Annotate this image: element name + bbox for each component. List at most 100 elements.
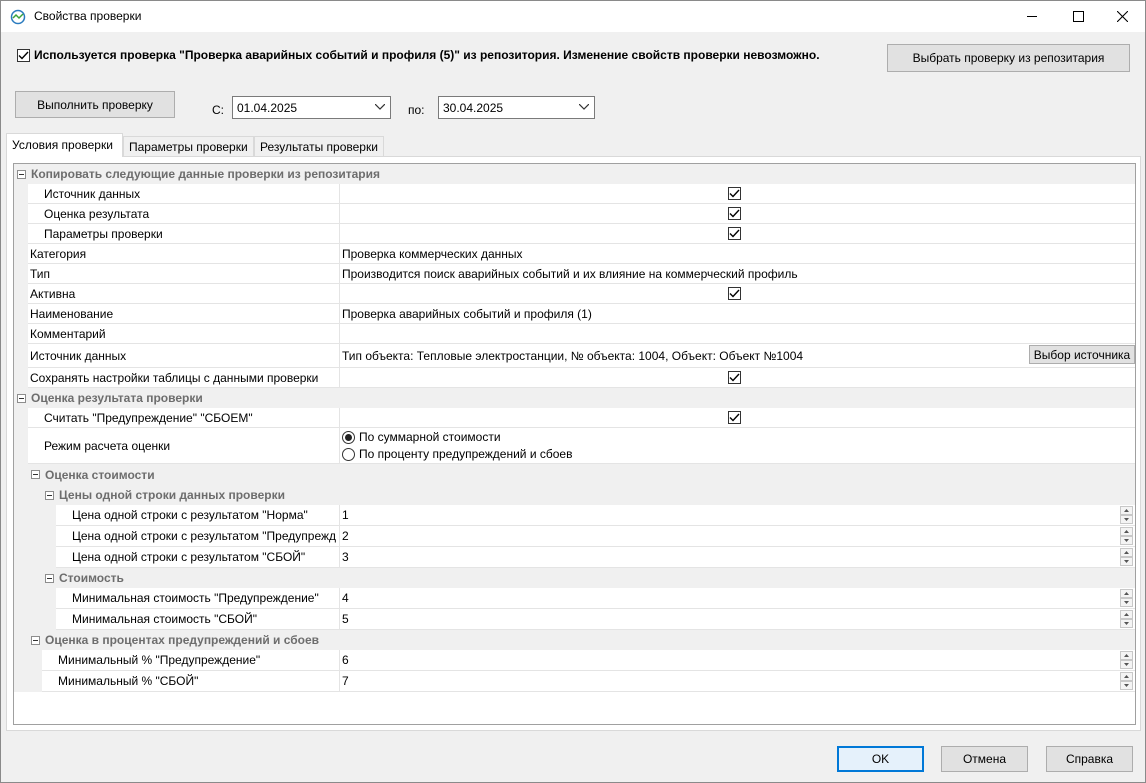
- repo-checkbox[interactable]: [17, 48, 30, 62]
- mode-option-sum[interactable]: По суммарной стоимости: [342, 429, 501, 446]
- group-label: Стоимость: [59, 571, 124, 585]
- comment-value[interactable]: [340, 324, 1135, 344]
- property-row: Тип Производится поиск аварийных событий…: [14, 264, 1135, 284]
- help-button[interactable]: Справка: [1046, 746, 1133, 772]
- property-row: Источник данных: [14, 184, 1135, 204]
- spin-up-icon[interactable]: [1120, 651, 1133, 660]
- spin-down-icon[interactable]: [1120, 660, 1133, 669]
- repo-notice: Используется проверка "Проверка аварийны…: [34, 48, 820, 62]
- source-label: Источник данных: [28, 344, 340, 368]
- save-settings-checkbox[interactable]: [728, 370, 741, 384]
- group-label: Копировать следующие данные проверки из …: [31, 167, 381, 181]
- property-row: Минимальный % "Предупреждение" 6: [14, 650, 1135, 671]
- spinner[interactable]: [1120, 506, 1133, 524]
- spin-down-icon[interactable]: [1120, 681, 1133, 690]
- cancel-button[interactable]: Отмена: [941, 746, 1028, 772]
- spinner[interactable]: [1120, 589, 1133, 607]
- group-row[interactable]: Цены одной строки данных проверки: [14, 485, 1135, 505]
- ok-button[interactable]: OK: [837, 746, 924, 772]
- collapse-icon[interactable]: [45, 490, 54, 500]
- copy-params-checkbox[interactable]: [728, 226, 741, 240]
- close-button[interactable]: [1099, 1, 1145, 32]
- count-warning-label: Считать "Предупреждение" "СБОЕМ": [28, 408, 340, 428]
- spin-down-icon[interactable]: [1120, 619, 1133, 628]
- spin-down-icon[interactable]: [1120, 557, 1133, 566]
- save-settings-value: [340, 368, 1135, 388]
- spin-up-icon[interactable]: [1120, 610, 1133, 619]
- collapse-icon[interactable]: [31, 635, 40, 645]
- repo-check-row: Используется проверка "Проверка аварийны…: [17, 48, 820, 62]
- collapse-icon[interactable]: [45, 573, 54, 583]
- choose-source-button[interactable]: Выбор источника: [1029, 345, 1135, 364]
- collapse-icon[interactable]: [17, 393, 26, 403]
- min-cost-warning-value[interactable]: 4: [340, 588, 1135, 609]
- copy-evaluation-checkbox[interactable]: [728, 206, 741, 220]
- spin-down-icon[interactable]: [1120, 515, 1133, 524]
- price-norm-value[interactable]: 1: [340, 505, 1135, 526]
- active-value: [340, 284, 1135, 304]
- type-value[interactable]: Производится поиск аварийных событий и и…: [340, 264, 1135, 284]
- spin-up-icon[interactable]: [1120, 506, 1133, 515]
- group-row[interactable]: Оценка в процентах предупреждений и сбое…: [14, 630, 1135, 650]
- property-row: Цена одной строки с результатом "Норма" …: [14, 505, 1135, 526]
- price-fail-text: 3: [342, 550, 349, 564]
- minimize-button[interactable]: [1009, 1, 1055, 32]
- group-label: Оценка стоимости: [45, 467, 155, 482]
- spin-down-icon[interactable]: [1120, 536, 1133, 545]
- spin-up-icon[interactable]: [1120, 527, 1133, 536]
- tab-panel: Копировать следующие данные проверки из …: [6, 156, 1141, 731]
- checkmark-icon: [729, 373, 740, 382]
- min-pct-fail-value[interactable]: 7: [340, 671, 1135, 692]
- checkmark-icon: [729, 229, 740, 238]
- min-pct-fail-label: Минимальный % "СБОЙ": [42, 671, 340, 692]
- chevron-down-icon: [579, 104, 589, 110]
- spin-up-icon[interactable]: [1120, 548, 1133, 557]
- tab-conditions[interactable]: Условия проверки: [6, 133, 123, 157]
- min-pct-warning-value[interactable]: 6: [340, 650, 1135, 671]
- name-value[interactable]: Проверка аварийных событий и профиля (1): [340, 304, 1135, 324]
- spinner[interactable]: [1120, 610, 1133, 628]
- spin-up-icon[interactable]: [1120, 672, 1133, 681]
- category-label: Категория: [28, 244, 340, 264]
- group-row[interactable]: Оценка результата проверки: [14, 388, 1135, 408]
- min-pct-warning-text: 6: [342, 653, 349, 667]
- spinner[interactable]: [1120, 548, 1133, 566]
- tab-results[interactable]: Результаты проверки: [254, 136, 384, 156]
- checkmark-icon: [729, 413, 740, 422]
- choose-from-repo-button[interactable]: Выбрать проверку из репозитария: [887, 44, 1130, 72]
- maximize-button[interactable]: [1055, 1, 1101, 32]
- spinner[interactable]: [1120, 651, 1133, 669]
- spin-up-icon[interactable]: [1120, 589, 1133, 598]
- spin-down-icon[interactable]: [1120, 598, 1133, 607]
- radio-unselected[interactable]: [342, 447, 355, 461]
- property-label: Оценка результата: [28, 204, 340, 224]
- min-cost-warning-text: 4: [342, 591, 349, 605]
- collapse-icon[interactable]: [31, 470, 40, 479]
- category-value[interactable]: Проверка коммерческих данных: [340, 244, 1135, 264]
- spinner[interactable]: [1120, 527, 1133, 545]
- group-row[interactable]: Копировать следующие данные проверки из …: [14, 164, 1135, 184]
- to-date-picker[interactable]: 30.04.2025: [438, 96, 595, 119]
- price-warning-value[interactable]: 2: [340, 526, 1135, 547]
- from-date-picker[interactable]: 01.04.2025: [232, 96, 391, 119]
- mode-value: По суммарной стоимости По проценту преду…: [340, 428, 1135, 464]
- group-row[interactable]: Стоимость: [14, 568, 1135, 588]
- radio-selected[interactable]: [342, 430, 355, 444]
- active-checkbox[interactable]: [728, 286, 741, 300]
- spinner[interactable]: [1120, 672, 1133, 690]
- to-date-label: по:: [408, 103, 425, 117]
- collapse-icon[interactable]: [17, 169, 26, 179]
- min-cost-fail-value[interactable]: 5: [340, 609, 1135, 630]
- count-warning-checkbox[interactable]: [728, 410, 741, 424]
- run-check-button[interactable]: Выполнить проверку: [15, 91, 175, 118]
- group-row[interactable]: Оценка стоимости: [14, 464, 1135, 485]
- tab-parameters[interactable]: Параметры проверки: [123, 136, 254, 156]
- property-label: Источник данных: [28, 184, 340, 204]
- active-label: Активна: [28, 284, 340, 304]
- price-fail-value[interactable]: 3: [340, 547, 1135, 568]
- checkmark-icon: [729, 189, 740, 198]
- chevron-down-icon: [375, 104, 385, 110]
- mode-option-label: По проценту предупреждений и сбоев: [359, 447, 573, 461]
- copy-source-checkbox[interactable]: [728, 186, 741, 200]
- mode-option-percent[interactable]: По проценту предупреждений и сбоев: [342, 446, 572, 463]
